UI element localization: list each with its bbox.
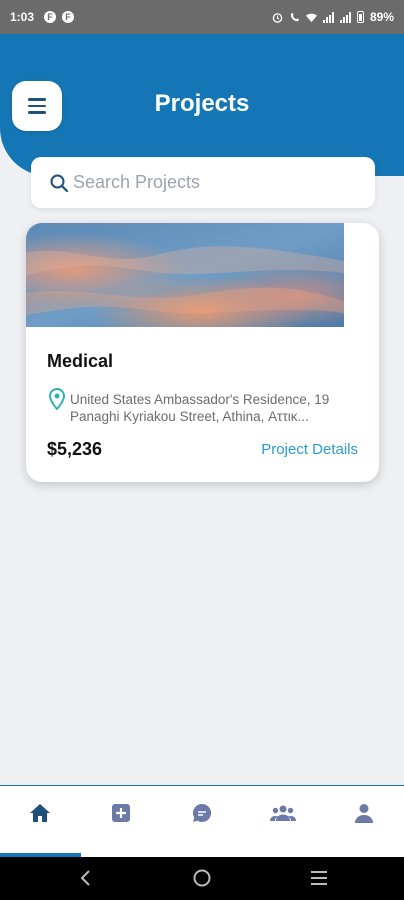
- project-card[interactable]: Medical United States Ambassador's Resid…: [26, 223, 379, 482]
- status-time: 1:03: [10, 10, 35, 24]
- search-bar[interactable]: [31, 157, 375, 208]
- search-input[interactable]: [73, 172, 353, 193]
- team-icon: [270, 805, 296, 821]
- project-address: United States Ambassador's Residence, 19…: [70, 392, 330, 424]
- bottom-nav: [0, 785, 404, 857]
- page-title: Projects: [154, 90, 250, 117]
- chat-icon: [192, 803, 212, 822]
- project-details-link[interactable]: Project Details: [261, 441, 358, 458]
- search-icon: [50, 174, 69, 192]
- signal-icon: [322, 11, 334, 23]
- signal-icon: [339, 11, 351, 23]
- back-icon[interactable]: [75, 867, 97, 889]
- facebook-notification-icon: F: [44, 11, 57, 23]
- battery-percent: 89%: [369, 10, 394, 24]
- status-bar: 1:03 F F 89%: [0, 0, 404, 34]
- home-circle-icon[interactable]: [191, 867, 213, 889]
- nav-profile[interactable]: [349, 800, 379, 826]
- facebook-notification-icon: F: [62, 11, 75, 23]
- battery-icon: [356, 11, 364, 23]
- wifi-icon: [305, 13, 317, 22]
- system-nav-bar: [0, 857, 404, 900]
- wifi-calling-icon: [290, 12, 300, 21]
- nav-chat[interactable]: [187, 800, 217, 826]
- project-image: [26, 223, 344, 327]
- nav-team[interactable]: [268, 800, 298, 826]
- add-icon: [112, 804, 130, 822]
- nav-add[interactable]: [106, 800, 136, 826]
- project-price: $5,236: [47, 439, 103, 459]
- profile-icon: [355, 804, 373, 823]
- project-title: Medical: [47, 351, 114, 371]
- nav-home[interactable]: [25, 800, 55, 826]
- alarm-icon: [272, 12, 283, 23]
- home-icon: [30, 804, 50, 822]
- recent-apps-icon[interactable]: [308, 867, 330, 889]
- location-pin-icon: [49, 388, 65, 410]
